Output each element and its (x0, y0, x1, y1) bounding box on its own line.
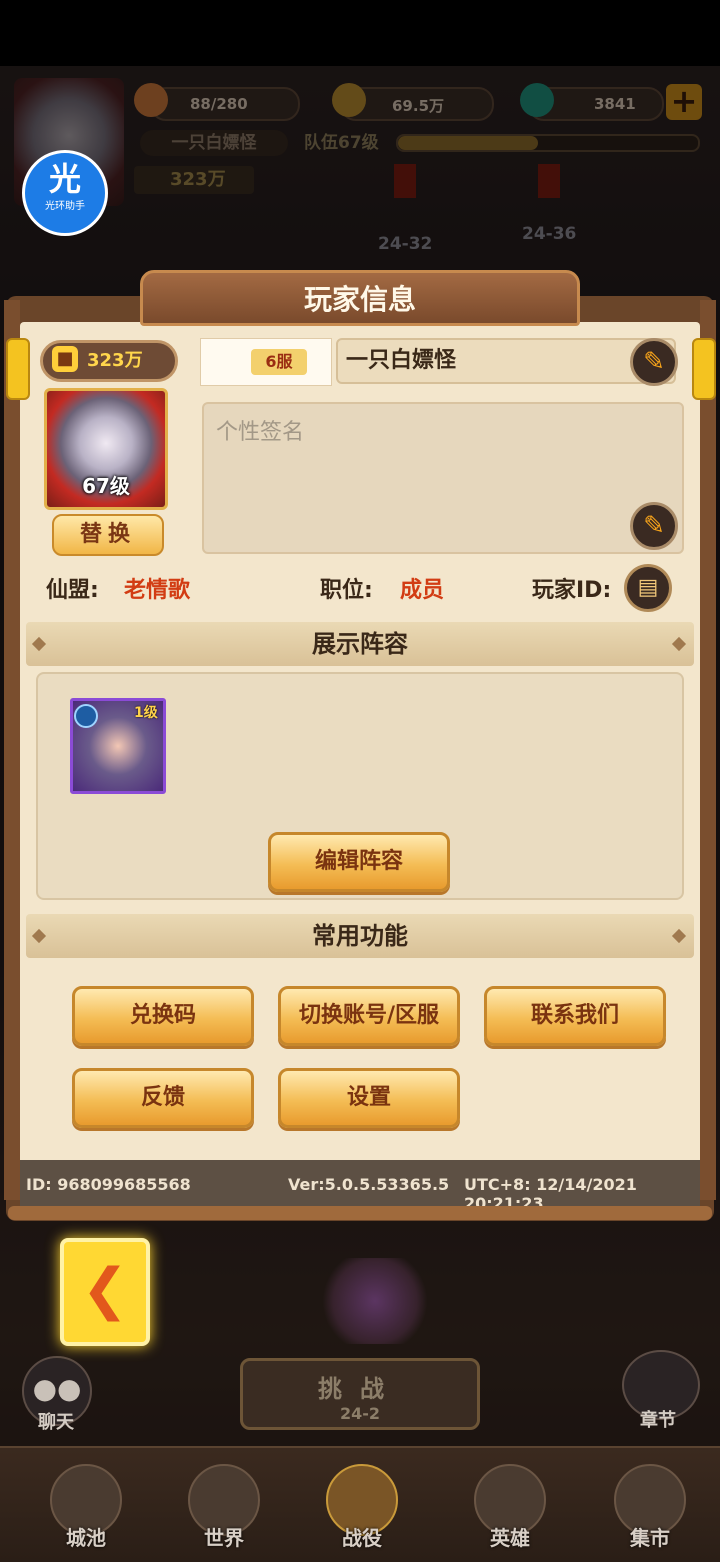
account-id: ID: 968099685568 (26, 1175, 191, 1194)
nav-item-world[interactable]: 世界 (174, 1454, 274, 1554)
nav-item-market[interactable]: 集市 (600, 1454, 700, 1554)
redeem-code-button[interactable]: 兑换码 (72, 986, 254, 1046)
edit-lineup-button[interactable]: 编辑阵容 (268, 832, 450, 892)
switch-account-button[interactable]: 切换账号/区服 (278, 986, 460, 1046)
scroll-rod-right (700, 300, 716, 1200)
status-bar (0, 0, 720, 66)
player-name-field: 一只白嫖怪 (336, 338, 676, 384)
settings-button[interactable]: 设置 (278, 1068, 460, 1128)
fist-icon: ■ (52, 346, 78, 372)
signature-placeholder: 个性签名 (216, 420, 305, 445)
contact-us-button[interactable]: 联系我们 (484, 986, 666, 1046)
swap-avatar-button[interactable]: 替换 (52, 514, 164, 556)
hero-level: 1级 (134, 705, 158, 721)
chapter-label: 章节 (640, 1410, 676, 1431)
functions-section-header: 常用功能 (26, 914, 694, 958)
helper-badge[interactable]: 光 光环助手 (22, 150, 108, 236)
feedback-button[interactable]: 反馈 (72, 1068, 254, 1128)
nav-item-campaign[interactable]: 战役 (312, 1454, 412, 1554)
edit-signature-pen-icon[interactable]: ✎ (630, 502, 678, 550)
scroll-cap-left (6, 338, 30, 400)
position-value: 成员 (400, 578, 445, 603)
challenge-button[interactable]: 挑战 24-2 (240, 1358, 480, 1430)
server-tag: 6服 (200, 338, 332, 386)
copy-id-icon[interactable]: ▤ (624, 564, 672, 612)
edit-name-pen-icon[interactable]: ✎ (630, 338, 678, 386)
nav-item-city[interactable]: 城池 (36, 1454, 136, 1554)
scroll-rod-left (4, 300, 20, 1200)
avatar-level: 67级 (82, 474, 130, 498)
element-icon (74, 704, 98, 728)
nav-item-hero[interactable]: 英雄 (460, 1454, 560, 1554)
alliance-label: 仙盟: (46, 578, 99, 603)
lineup-section-header: 展示阵容 (26, 622, 694, 666)
chat-label: 聊天 (38, 1412, 74, 1433)
alliance-value: 老情歌 (124, 578, 191, 603)
panel-title: 玩家信息 (303, 283, 416, 316)
scroll-cap-right (692, 338, 716, 400)
scroll-rod-bottom (8, 1206, 712, 1220)
panel-footer: ID: 968099685568 Ver:5.0.5.53365.5 UTC+8… (20, 1160, 700, 1213)
position-label: 职位: (320, 578, 373, 603)
back-arrow-button[interactable]: ❮ (60, 1238, 150, 1346)
player-id-label: 玩家ID: (532, 578, 612, 603)
version-text: Ver:5.0.5.53365.5 (288, 1175, 450, 1194)
treasure-chest-icon[interactable] (320, 1258, 430, 1344)
